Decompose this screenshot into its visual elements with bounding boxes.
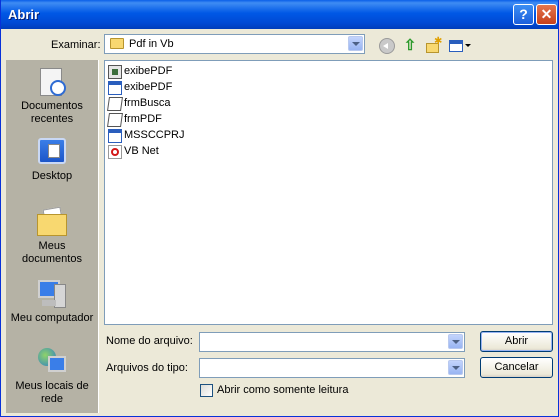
vb-form-icon <box>108 81 122 95</box>
place-my-computer[interactable]: Meu computador <box>6 278 98 325</box>
network-places-icon <box>36 346 68 378</box>
file-type-label: Arquivos do tipo: <box>106 362 188 374</box>
file-type-dropdown[interactable] <box>199 358 465 378</box>
read-only-checkbox[interactable] <box>200 384 213 397</box>
up-folder-icon[interactable]: ⇧ <box>402 38 418 54</box>
new-folder-icon[interactable]: ✱ <box>425 36 442 54</box>
vb-module-icon <box>107 97 123 111</box>
place-desktop[interactable]: Desktop <box>6 136 98 183</box>
place-recent-documents[interactable]: Documentos recentes <box>6 66 98 126</box>
look-in-label: Examinar: <box>51 39 101 51</box>
vb-project-icon <box>108 65 122 79</box>
file-name-field[interactable] <box>199 332 465 352</box>
chevron-down-icon[interactable] <box>348 36 363 51</box>
place-label: Desktop <box>31 170 73 182</box>
look-in-dropdown[interactable]: Pdf in Vb <box>104 34 365 54</box>
place-label: Meu computador <box>10 312 94 324</box>
places-bar: Documentos recentes Desktop Meus documen… <box>6 60 99 413</box>
file-name: VB Net <box>124 145 159 157</box>
back-icon[interactable] <box>379 38 395 54</box>
file-name: MSSCCPRJ <box>124 129 185 141</box>
file-name: exibePDF <box>124 65 173 77</box>
help-button[interactable]: ? <box>513 4 534 25</box>
file-name: frmBusca <box>124 97 171 109</box>
folder-icon <box>110 38 124 49</box>
title-bar[interactable]: Abrir ? ✕ <box>1 0 558 29</box>
place-my-documents[interactable]: Meus documentos <box>6 206 98 266</box>
file-name: exibePDF <box>124 81 173 93</box>
file-name: frmPDF <box>124 113 162 125</box>
vb-module-icon <box>107 113 123 127</box>
open-button[interactable]: Abrir <box>480 331 553 352</box>
place-label: Meus documentos <box>22 240 82 265</box>
pdf-file-icon <box>108 145 122 159</box>
my-computer-icon <box>36 278 68 310</box>
vb-form-icon <box>108 129 122 143</box>
my-documents-icon <box>36 206 68 238</box>
file-name-label: Nome do arquivo: <box>106 335 193 347</box>
chevron-down-icon[interactable] <box>448 334 463 349</box>
chevron-down-icon[interactable] <box>448 360 463 375</box>
read-only-label[interactable]: Abrir como somente leitura <box>217 384 348 396</box>
views-menu-icon[interactable] <box>448 38 472 54</box>
close-button[interactable]: ✕ <box>536 4 557 25</box>
place-network[interactable]: Meus locais de rede <box>6 346 98 406</box>
place-label: Meus locais de rede <box>15 380 89 405</box>
desktop-icon <box>36 136 68 168</box>
place-label: Documentos recentes <box>21 100 83 125</box>
file-list[interactable]: exibePDF exibePDF frmBusca frmPDF MSSCCP… <box>104 60 553 325</box>
look-in-value: Pdf in Vb <box>129 38 174 50</box>
open-dialog: Abrir ? ✕ Examinar: Pdf in Vb ⇧ ✱ Docume… <box>0 0 559 417</box>
recent-documents-icon <box>36 66 68 98</box>
window-title: Abrir <box>8 7 40 22</box>
cancel-button[interactable]: Cancelar <box>480 357 553 378</box>
